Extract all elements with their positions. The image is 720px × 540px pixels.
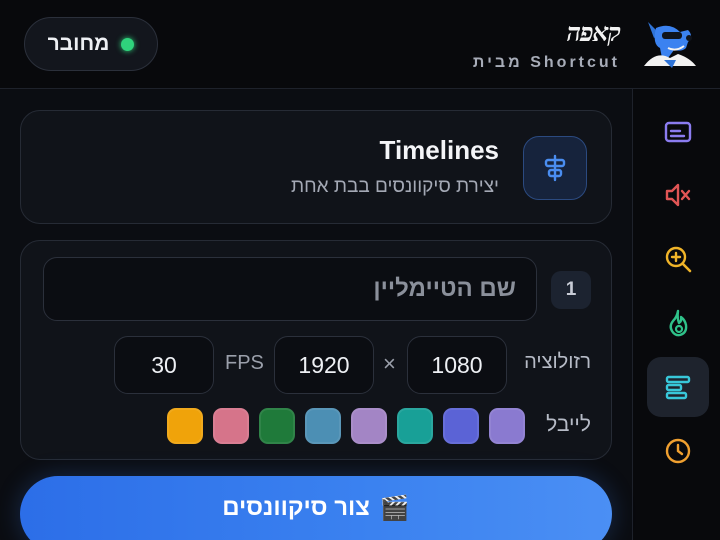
label-title: לייבל bbox=[546, 413, 591, 436]
fps-input[interactable]: 30 bbox=[114, 336, 214, 394]
label-color-swatch[interactable] bbox=[259, 408, 295, 444]
label-color-swatch[interactable] bbox=[397, 408, 433, 444]
label-color-swatch[interactable] bbox=[167, 408, 203, 444]
dog-mascot-icon bbox=[642, 18, 698, 70]
app-header: מחובר קאפה מבית Shortcut bbox=[0, 0, 720, 89]
connection-status[interactable]: מחובר bbox=[24, 17, 158, 71]
sidebar-item-subtitles[interactable] bbox=[647, 102, 709, 162]
label-color-swatch[interactable] bbox=[305, 408, 341, 444]
label-color-swatch[interactable] bbox=[443, 408, 479, 444]
timeline-name-input[interactable] bbox=[43, 257, 537, 321]
panel-subtitle: יצירת סיקוונסים בבת אחת bbox=[291, 176, 499, 197]
flame-icon bbox=[669, 309, 688, 337]
label-color-swatch[interactable] bbox=[351, 408, 387, 444]
times-symbol: × bbox=[383, 351, 396, 376]
panel-icon-box bbox=[523, 136, 587, 200]
timeline-form: 1 רזולוציה 1080 × 1920 FPS 30 לייבל bbox=[20, 240, 612, 460]
timelines-panel-header: Timelines יצירת סיקוונסים בבת אחת bbox=[20, 110, 612, 224]
zoom-in-icon bbox=[665, 246, 692, 273]
fps-label: FPS bbox=[225, 352, 264, 374]
timeline-index-badge: 1 bbox=[551, 271, 591, 309]
resolution-label: רזולוציה bbox=[524, 351, 591, 373]
brand-logo: קאפה bbox=[566, 18, 621, 47]
sidebar-item-zoom[interactable] bbox=[647, 229, 709, 289]
brand-subtitle: מבית Shortcut bbox=[472, 54, 620, 71]
height-input[interactable]: 1920 bbox=[274, 336, 374, 394]
connection-status-label: מחובר bbox=[47, 32, 110, 55]
status-dot-icon bbox=[121, 37, 135, 51]
create-sequences-button[interactable]: צור סיקוונסים 🎬 bbox=[20, 476, 612, 540]
mute-icon bbox=[665, 183, 691, 207]
sidebar-item-mute[interactable] bbox=[647, 165, 709, 225]
tools-sidebar bbox=[632, 89, 720, 540]
clock-icon bbox=[665, 438, 691, 464]
label-color-swatch[interactable] bbox=[489, 408, 525, 444]
clapperboard-icon: 🎬 bbox=[379, 494, 410, 522]
sidebar-item-flame[interactable] bbox=[647, 293, 709, 353]
panel-title: Timelines bbox=[379, 135, 499, 165]
sidebar-item-timelines[interactable] bbox=[647, 357, 709, 417]
brand: קאפה מבית Shortcut bbox=[472, 18, 621, 72]
create-sequences-label: צור סיקוונסים bbox=[222, 494, 370, 521]
subtitles-icon bbox=[664, 121, 692, 143]
timeline-icon bbox=[665, 375, 691, 400]
label-color-swatch[interactable] bbox=[213, 408, 249, 444]
align-center-icon bbox=[544, 154, 566, 182]
sidebar-item-history[interactable] bbox=[647, 421, 709, 481]
width-input[interactable]: 1080 bbox=[407, 336, 507, 394]
